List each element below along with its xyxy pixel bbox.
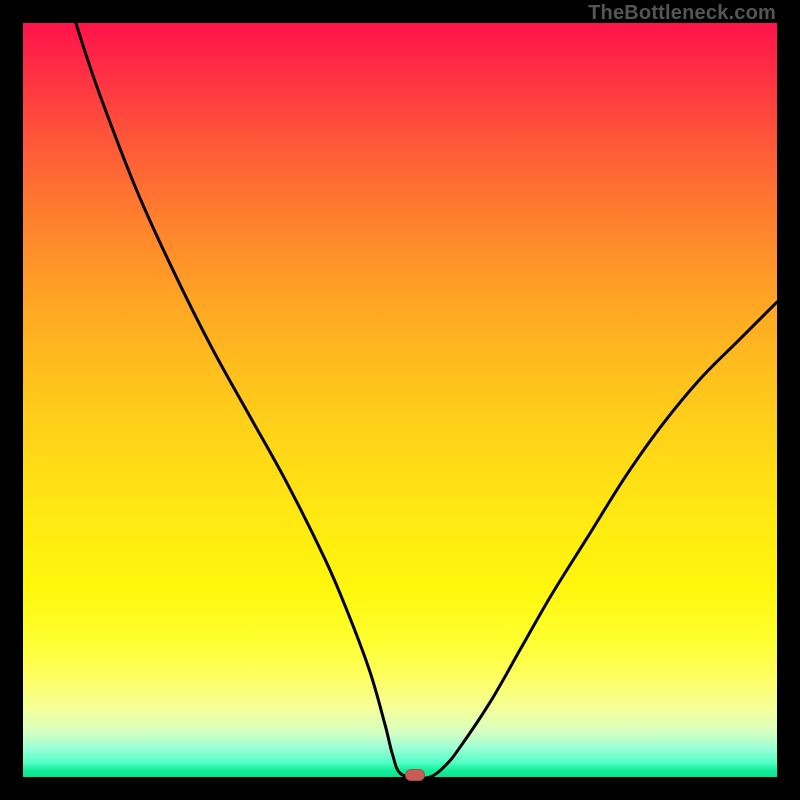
chart-plot-area (23, 23, 777, 777)
bottleneck-curve (23, 23, 777, 777)
watermark-text: TheBottleneck.com (588, 2, 776, 25)
chart-stage: TheBottleneck.com (0, 0, 800, 800)
minimum-marker (405, 769, 425, 781)
